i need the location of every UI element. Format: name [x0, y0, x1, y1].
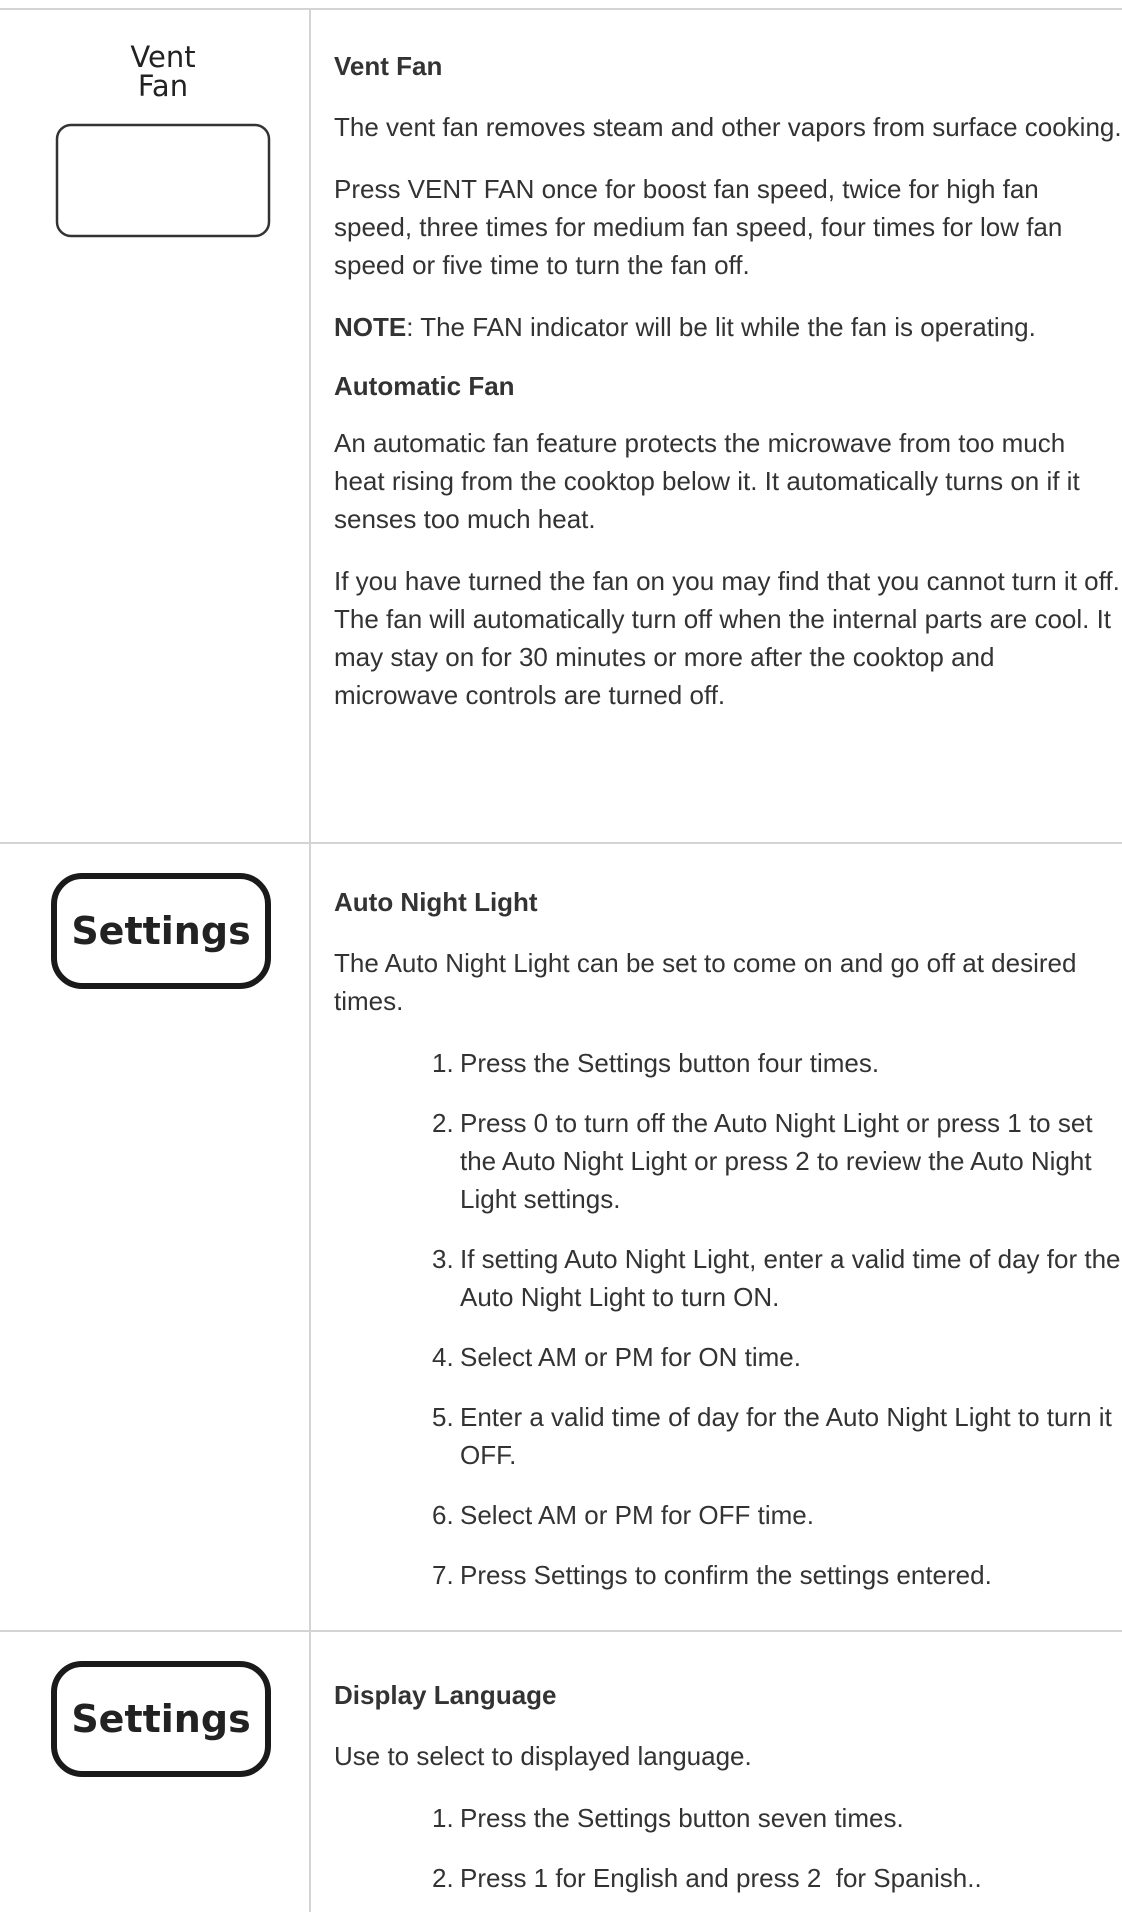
- list-item: 3. If setting Auto Night Light, enter a v…: [334, 1240, 1122, 1316]
- automatic-fan-note: If you have turned the fan on you may fi…: [334, 566, 1120, 710]
- note-text: : The FAN indicator will be lit while th…: [406, 312, 1036, 342]
- vent-fan-button-icon: Vent Fan: [55, 42, 271, 240]
- step-text: Press the Settings button four times.: [460, 1048, 880, 1078]
- step-number: 6.: [432, 1500, 454, 1530]
- list-item: 7. Press Settings to confirm the settings…: [334, 1556, 1122, 1594]
- note-label: NOTE: [334, 312, 407, 342]
- list-item: 2. Press 1 for English and press 2 for Sp…: [334, 1859, 1122, 1897]
- step-text: Press 1 for English and press 2 for Span…: [460, 1863, 982, 1893]
- settings-button-icon: Settings: [50, 872, 272, 990]
- step-number: 1.: [432, 1048, 454, 1078]
- vent-fan-title: Vent Fan: [334, 51, 443, 81]
- step-number: 5.: [432, 1402, 454, 1432]
- step-number: 2.: [432, 1863, 454, 1893]
- automatic-fan-description: An automatic fan feature protects the mi…: [334, 428, 1080, 534]
- step-number: 3.: [432, 1244, 454, 1274]
- automatic-fan-title: Automatic Fan: [334, 371, 515, 401]
- step-text: If setting Auto Night Light, enter a val…: [460, 1244, 1121, 1312]
- step-text: Enter a valid time of day for the Auto N…: [460, 1402, 1112, 1470]
- display-language-section: Display Language Use to select to displa…: [334, 1679, 1122, 1919]
- auto-night-light-intro: The Auto Night Light can be set to come …: [334, 948, 1077, 1016]
- auto-night-light-title: Auto Night Light: [334, 887, 538, 917]
- row-divider-1: [0, 842, 1122, 844]
- display-language-title: Display Language: [334, 1680, 557, 1710]
- step-number: 2.: [432, 1108, 454, 1138]
- step-text: Press 0 to turn off the Auto Night Light…: [460, 1108, 1093, 1214]
- step-number: 4.: [432, 1342, 454, 1372]
- vent-fan-description: The vent fan removes steam and other vap…: [334, 112, 1122, 142]
- settings-button-icon: Settings: [50, 1660, 272, 1778]
- auto-night-light-section: Auto Night Light The Auto Night Light ca…: [334, 886, 1122, 1616]
- list-item: 1. Press the Settings button seven times.: [334, 1799, 1122, 1837]
- list-item: 6. Select AM or PM for OFF time.: [334, 1496, 1122, 1534]
- vent-fan-note: NOTE: The FAN indicator will be lit whil…: [334, 308, 1122, 346]
- step-text: Press the Settings button seven times.: [460, 1803, 904, 1833]
- step-text: Press Settings to confirm the settings e…: [460, 1560, 992, 1590]
- auto-night-light-steps: 1. Press the Settings button four times. …: [334, 1044, 1122, 1594]
- display-language-steps: 1. Press the Settings button seven times.…: [334, 1799, 1122, 1897]
- step-text: Select AM or PM for ON time.: [460, 1342, 801, 1372]
- manual-page: Vent Fan Vent Fan The vent fan removes s…: [0, 0, 1122, 1912]
- list-item: 1. Press the Settings button four times.: [334, 1044, 1122, 1082]
- vent-fan-instructions: Press VENT FAN once for boost fan speed,…: [334, 174, 1063, 280]
- list-item: 4. Select AM or PM for ON time.: [334, 1338, 1122, 1376]
- step-text: Select AM or PM for OFF time.: [460, 1500, 814, 1530]
- list-item: 5. Enter a valid time of day for the Auto…: [334, 1398, 1122, 1474]
- table-border-top: [0, 8, 1122, 10]
- settings-icon-label: Settings: [71, 1697, 251, 1741]
- vent-fan-section: Vent Fan The vent fan removes steam and …: [334, 50, 1122, 738]
- step-number: 1.: [432, 1803, 454, 1833]
- step-number: 7.: [432, 1560, 454, 1590]
- row-divider-2: [0, 1630, 1122, 1632]
- column-divider: [309, 8, 311, 1912]
- display-language-intro: Use to select to displayed language.: [334, 1741, 752, 1771]
- vent-fan-button-outline: [55, 123, 271, 238]
- list-item: 2. Press 0 to turn off the Auto Night Lig…: [334, 1104, 1122, 1218]
- settings-icon-label: Settings: [71, 909, 251, 953]
